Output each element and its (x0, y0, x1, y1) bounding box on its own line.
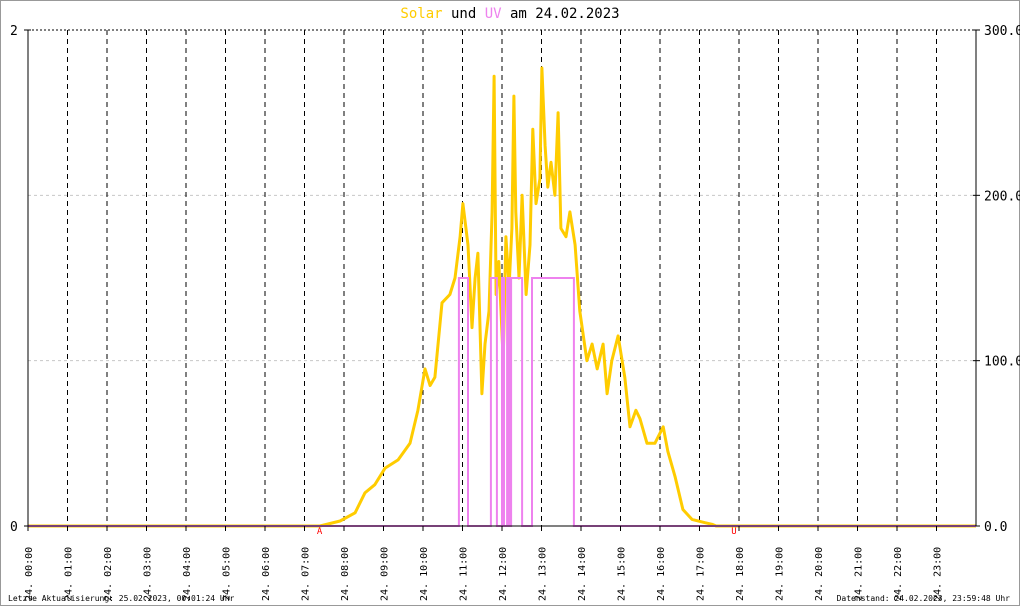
footer-last-update: Letzte Aktualisierung: 25.02.2023, 00:01… (8, 594, 235, 603)
x-tick-label: 24. 10:00 (419, 547, 430, 601)
x-tick-label: 24. 09:00 (380, 547, 391, 601)
x-tick-label: 24. 17:00 (696, 547, 707, 601)
x-tick-label: 24. 14:00 (577, 547, 588, 601)
x-tick-label: 24. 03:00 (143, 547, 154, 601)
x-tick-label: 24. 04:00 (182, 547, 193, 601)
uv-line (28, 277, 976, 527)
x-tick-label: 24. 08:00 (340, 547, 351, 601)
x-tick-label: 24. 22:00 (893, 547, 904, 601)
x-tick-label: 24. 07:00 (301, 547, 312, 601)
sun-marker-u: U (731, 527, 736, 537)
right-tick-label: 100.0 (984, 355, 1020, 370)
left-tick-label: 2 (10, 24, 18, 39)
title-solar: Solar (400, 6, 442, 22)
x-tick-label: 24. 21:00 (854, 547, 865, 601)
x-tick-label: 24. 00:00 (24, 547, 35, 601)
footer-data-status: Datenstand: 24.02.2023, 23:59:48 Uhr (837, 594, 1011, 603)
title-und: und (443, 6, 485, 22)
x-tick-label: 24. 12:00 (498, 547, 509, 601)
right-tick-label: 0.0 (984, 520, 1007, 535)
right-tick-label: 300.0 (984, 24, 1020, 39)
title-uv: UV (485, 6, 502, 22)
x-tick-label: 24. 05:00 (222, 547, 233, 601)
x-tick-label: 24. 15:00 (617, 547, 628, 601)
x-tick-label: 24. 06:00 (261, 547, 272, 601)
x-tick-label: 24. 23:00 (933, 547, 944, 601)
x-tick-label: 24. 11:00 (459, 547, 470, 601)
sun-marker-a: A (317, 527, 323, 537)
title-date: am 24.02.2023 (502, 6, 620, 22)
x-tick-label: 24. 13:00 (538, 547, 549, 601)
x-tick-label: 24. 01:00 (64, 547, 75, 601)
x-tick-label: 24. 19:00 (775, 547, 786, 601)
right-tick-label: 200.0 (984, 189, 1020, 204)
solar-uv-chart: Solar und UV am 24.02.2023 0.0 100.0 200.0… (8, 6, 1020, 603)
x-tick-label: 24. 02:00 (103, 547, 114, 601)
left-tick-label: 0 (10, 520, 18, 535)
x-tick-label: 24. 16:00 (656, 547, 667, 601)
x-tick-label: 24. 20:00 (814, 547, 825, 601)
x-tick-label: 24. 18:00 (735, 547, 746, 601)
chart-title: Solar und UV am 24.02.2023 (400, 6, 619, 22)
